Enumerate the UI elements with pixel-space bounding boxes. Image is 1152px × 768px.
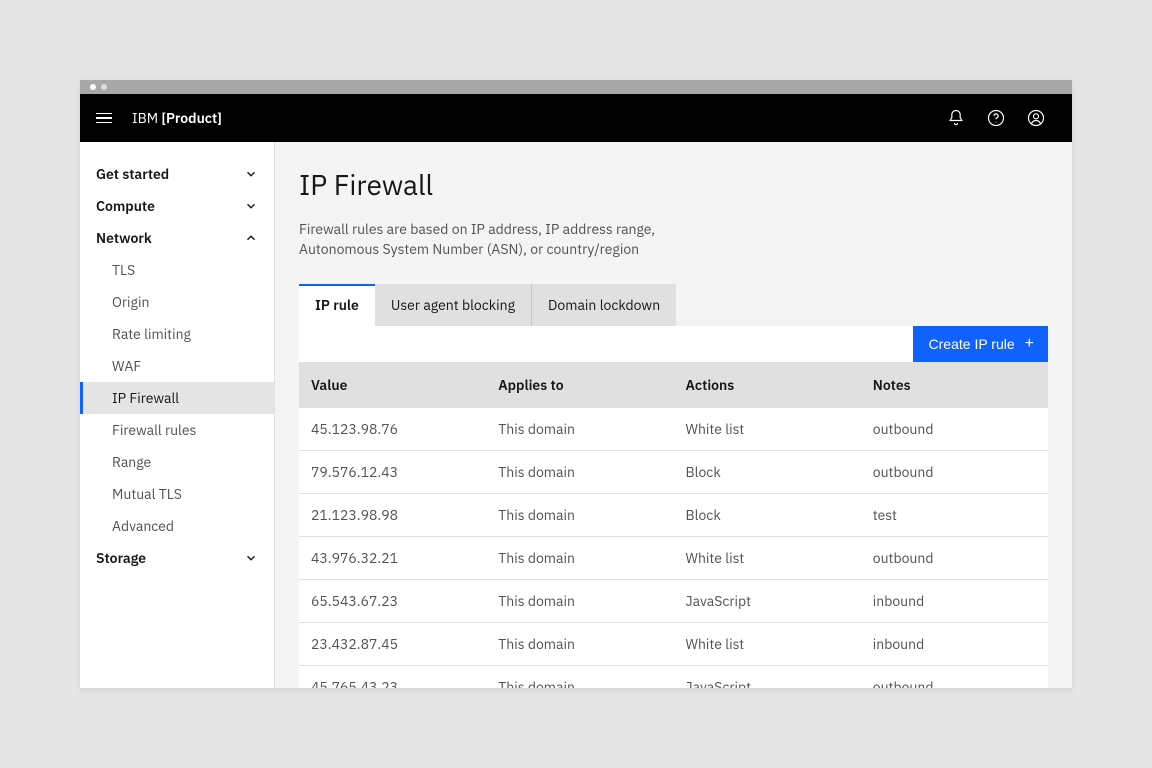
sidebar-item-waf[interactable]: WAF — [80, 350, 274, 382]
table-toolbar: Create IP rule + — [299, 326, 1048, 362]
cell-applies: This domain — [486, 450, 673, 493]
tab-user-agent-blocking[interactable]: User agent blocking — [375, 284, 532, 326]
cell-notes: outbound — [861, 536, 1048, 579]
table-row[interactable]: 65.543.67.23This domainJavaScriptinbound — [299, 579, 1048, 622]
sidebar-group-label: Get started — [96, 165, 169, 183]
table-row[interactable]: 45.765.43.23This domainJavaScriptoutboun… — [299, 665, 1048, 688]
cell-notes: inbound — [861, 622, 1048, 665]
sidebar-group-label: Compute — [96, 197, 155, 215]
cell-value: 45.123.98.76 — [299, 408, 486, 451]
column-header-value[interactable]: Value — [299, 362, 486, 408]
tab-list: IP rule User agent blocking Domain lockd… — [299, 284, 1048, 326]
sidebar-group-compute[interactable]: Compute — [80, 190, 274, 222]
cell-actions: White list — [674, 536, 861, 579]
sidebar-item-label: Origin — [112, 293, 149, 311]
sidebar-group-get-started[interactable]: Get started — [80, 158, 274, 190]
sidebar-item-tls[interactable]: TLS — [80, 254, 274, 286]
menu-icon[interactable] — [96, 108, 116, 128]
ip-rules-table: Value Applies to Actions Notes 45.123.98… — [299, 362, 1048, 688]
cell-actions: White list — [674, 622, 861, 665]
app-window: IBM [Product] Get started Compute — [80, 80, 1072, 688]
tab-label: User agent blocking — [391, 296, 515, 314]
sidebar-item-label: Firewall rules — [112, 421, 196, 439]
page-description: Firewall rules are based on IP address, … — [299, 219, 719, 260]
sidebar-item-advanced[interactable]: Advanced — [80, 510, 274, 542]
account-icon[interactable] — [1016, 94, 1056, 142]
brand-prefix: IBM — [132, 109, 161, 127]
help-icon[interactable] — [976, 94, 1016, 142]
brand-label: IBM [Product] — [132, 109, 222, 127]
sidebar-item-label: WAF — [112, 357, 141, 375]
table-row[interactable]: 43.976.32.21This domainWhite listoutboun… — [299, 536, 1048, 579]
cell-notes: outbound — [861, 450, 1048, 493]
sidebar-group-storage[interactable]: Storage — [80, 542, 274, 574]
cell-notes: outbound — [861, 408, 1048, 451]
table-row[interactable]: 45.123.98.76This domainWhite listoutboun… — [299, 408, 1048, 451]
table-row[interactable]: 23.432.87.45This domainWhite listinbound — [299, 622, 1048, 665]
cell-actions: Block — [674, 493, 861, 536]
chevron-up-icon — [244, 231, 258, 245]
top-banner: IBM [Product] — [80, 94, 1072, 142]
sidebar-group-label: Storage — [96, 549, 146, 567]
cell-notes: inbound — [861, 579, 1048, 622]
tab-label: Domain lockdown — [548, 296, 660, 314]
sidebar-item-firewall-rules[interactable]: Firewall rules — [80, 414, 274, 446]
sidebar-item-label: Advanced — [112, 517, 174, 535]
cell-actions: JavaScript — [674, 579, 861, 622]
tab-ip-rule[interactable]: IP rule — [299, 284, 375, 326]
sidebar-group-label: Network — [96, 229, 152, 247]
cell-value: 23.432.87.45 — [299, 622, 486, 665]
button-label: Create IP rule — [929, 336, 1015, 352]
page-title: IP Firewall — [299, 166, 1048, 203]
window-dot — [90, 84, 96, 90]
tab-domain-lockdown[interactable]: Domain lockdown — [532, 284, 676, 326]
sidebar-group-network[interactable]: Network — [80, 222, 274, 254]
cell-applies: This domain — [486, 579, 673, 622]
column-header-applies-to[interactable]: Applies to — [486, 362, 673, 408]
cell-value: 43.976.32.21 — [299, 536, 486, 579]
chevron-down-icon — [244, 167, 258, 181]
sidebar-item-label: IP Firewall — [112, 389, 179, 407]
column-header-actions[interactable]: Actions — [674, 362, 861, 408]
window-titlebar — [80, 80, 1072, 94]
cell-actions: Block — [674, 450, 861, 493]
cell-notes: test — [861, 493, 1048, 536]
brand-product: [Product] — [161, 109, 222, 127]
sidebar-item-label: TLS — [112, 261, 135, 279]
cell-actions: White list — [674, 408, 861, 451]
main-content: IP Firewall Firewall rules are based on … — [275, 142, 1072, 688]
cell-applies: This domain — [486, 493, 673, 536]
tab-label: IP rule — [315, 296, 359, 314]
table-row[interactable]: 79.576.12.43This domainBlockoutbound — [299, 450, 1048, 493]
cell-applies: This domain — [486, 536, 673, 579]
window-dot — [101, 84, 107, 90]
column-header-notes[interactable]: Notes — [861, 362, 1048, 408]
plus-icon: + — [1025, 336, 1034, 352]
cell-applies: This domain — [486, 622, 673, 665]
cell-actions: JavaScript — [674, 665, 861, 688]
cell-value: 65.543.67.23 — [299, 579, 486, 622]
sidebar-item-ip-firewall[interactable]: IP Firewall — [80, 382, 274, 414]
table-row[interactable]: 21.123.98.98This domainBlocktest — [299, 493, 1048, 536]
chevron-down-icon — [244, 551, 258, 565]
cell-applies: This domain — [486, 665, 673, 688]
sidebar-item-rate-limiting[interactable]: Rate limiting — [80, 318, 274, 350]
cell-applies: This domain — [486, 408, 673, 451]
sidebar-item-origin[interactable]: Origin — [80, 286, 274, 318]
notifications-icon[interactable] — [936, 94, 976, 142]
cell-value: 45.765.43.23 — [299, 665, 486, 688]
cell-value: 21.123.98.98 — [299, 493, 486, 536]
tab-panel: Create IP rule + Value Applies to Action… — [299, 326, 1048, 688]
sidebar: Get started Compute Network TLS Origin R… — [80, 142, 275, 688]
sidebar-item-range[interactable]: Range — [80, 446, 274, 478]
chevron-down-icon — [244, 199, 258, 213]
sidebar-item-mutual-tls[interactable]: Mutual TLS — [80, 478, 274, 510]
create-ip-rule-button[interactable]: Create IP rule + — [913, 326, 1048, 362]
cell-notes: outbound — [861, 665, 1048, 688]
sidebar-item-label: Range — [112, 453, 151, 471]
sidebar-item-label: Mutual TLS — [112, 485, 182, 503]
cell-value: 79.576.12.43 — [299, 450, 486, 493]
sidebar-item-label: Rate limiting — [112, 325, 191, 343]
table-header-row: Value Applies to Actions Notes — [299, 362, 1048, 408]
